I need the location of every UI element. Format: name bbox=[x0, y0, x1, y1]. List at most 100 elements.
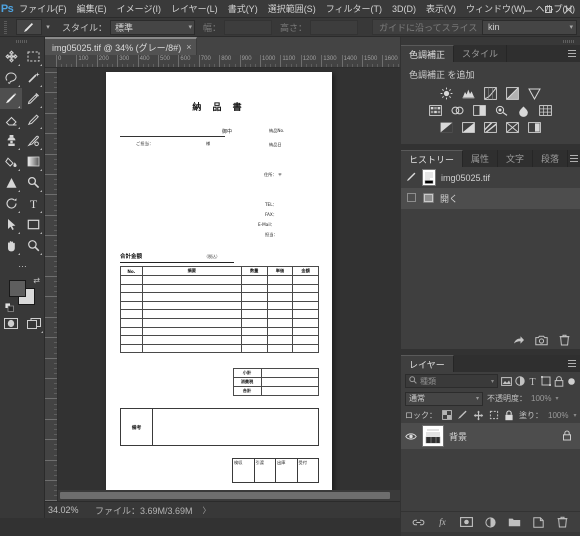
smart-object-filter-icon[interactable] bbox=[554, 374, 564, 388]
workspace-select[interactable]: kin ▾ bbox=[482, 19, 577, 35]
brightness-contrast-icon[interactable] bbox=[439, 87, 454, 100]
style-select[interactable]: 標準 ▾ bbox=[110, 19, 196, 35]
lock-transparent-pixels-icon[interactable] bbox=[442, 409, 452, 421]
lock-artboard-icon[interactable] bbox=[489, 409, 499, 421]
status-chevron-right-icon[interactable]: 〉 bbox=[203, 505, 211, 516]
healing-brush-tool[interactable] bbox=[22, 130, 44, 151]
history-brush-slot-icon[interactable] bbox=[406, 192, 417, 205]
black-white-icon[interactable] bbox=[472, 104, 487, 117]
opacity-value[interactable]: 100% bbox=[531, 394, 551, 403]
paint-bucket-tool[interactable] bbox=[0, 151, 22, 172]
history-brush-tool[interactable] bbox=[0, 193, 22, 214]
threshold-icon[interactable] bbox=[483, 121, 498, 134]
default-colors-icon[interactable] bbox=[4, 302, 14, 312]
menu-file[interactable]: ファイル(F) bbox=[14, 0, 72, 18]
exposure-icon[interactable] bbox=[505, 87, 520, 100]
lasso-tool[interactable] bbox=[0, 67, 22, 88]
current-tool-preview-icon[interactable] bbox=[16, 19, 42, 35]
channel-mixer-icon[interactable] bbox=[516, 104, 531, 117]
gradient-tool[interactable] bbox=[22, 151, 44, 172]
document-tab[interactable]: img05025.tif @ 34% (グレー/8#) × bbox=[45, 37, 198, 55]
photo-filter-icon[interactable] bbox=[494, 104, 509, 117]
new-layer-icon[interactable] bbox=[532, 516, 545, 529]
maximize-icon[interactable] bbox=[538, 1, 558, 17]
history-state-row[interactable]: 開く bbox=[401, 188, 580, 209]
rectangular-marquee-tool[interactable] bbox=[22, 46, 44, 67]
width-input[interactable] bbox=[224, 19, 273, 35]
panel-menu-icon[interactable] bbox=[568, 150, 580, 167]
more-tools-button[interactable]: … bbox=[0, 256, 45, 272]
menu-view[interactable]: 表示(V) bbox=[421, 0, 461, 18]
tools-panel-grip[interactable] bbox=[0, 37, 44, 46]
tab-character[interactable]: 文字 bbox=[498, 150, 534, 167]
canvas[interactable]: 納 品 書 御中 ご担当： 様 納品No. 納品日 住所： 〒 TEL： FAX… bbox=[58, 68, 400, 518]
foreground-color-swatch[interactable] bbox=[9, 280, 26, 297]
panel-dock-grip[interactable] bbox=[401, 37, 580, 45]
tool-preset-chevron-down-icon[interactable]: ▾ bbox=[42, 19, 54, 35]
slice-from-guides-button[interactable]: ガイドに沿ってスライス bbox=[372, 19, 485, 35]
shape-filter-icon[interactable] bbox=[540, 374, 551, 388]
horizontal-scrollbar-thumb[interactable] bbox=[60, 492, 390, 499]
swap-colors-icon[interactable]: ⇄ bbox=[33, 276, 40, 285]
tab-layers[interactable]: レイヤー bbox=[401, 355, 454, 372]
close-icon[interactable] bbox=[558, 1, 578, 17]
blend-mode-select[interactable]: 通常 ▾ bbox=[405, 391, 483, 406]
height-input[interactable] bbox=[310, 19, 359, 35]
minimize-icon[interactable] bbox=[518, 1, 538, 17]
type-filter-icon[interactable]: T bbox=[528, 374, 538, 388]
layer-row-background[interactable]: 背景 bbox=[401, 423, 580, 449]
gradient-map-icon[interactable] bbox=[505, 121, 520, 134]
delete-layer-icon[interactable] bbox=[556, 516, 569, 529]
menu-filter[interactable]: フィルター(T) bbox=[321, 0, 387, 18]
tab-history[interactable]: ヒストリー bbox=[401, 150, 464, 167]
selective-color-icon[interactable] bbox=[527, 121, 542, 134]
levels-icon[interactable] bbox=[461, 87, 476, 100]
panel-menu-icon[interactable] bbox=[564, 355, 580, 372]
vibrance-icon[interactable] bbox=[527, 87, 542, 100]
brush-tool[interactable] bbox=[0, 88, 22, 109]
history-brush-source-icon[interactable] bbox=[406, 171, 417, 184]
horizontal-scrollbar[interactable] bbox=[58, 490, 400, 501]
fill-value[interactable]: 100% bbox=[548, 411, 568, 420]
new-snapshot-icon[interactable] bbox=[535, 334, 548, 347]
new-group-icon[interactable] bbox=[508, 516, 521, 529]
new-document-from-state-icon[interactable] bbox=[512, 334, 525, 347]
lock-all-icon[interactable] bbox=[504, 409, 514, 421]
panel-menu-icon[interactable] bbox=[564, 45, 580, 62]
add-mask-icon[interactable] bbox=[460, 516, 473, 529]
filter-power-icon[interactable] bbox=[567, 374, 577, 388]
eye-icon[interactable] bbox=[405, 432, 417, 441]
close-icon[interactable]: × bbox=[186, 42, 191, 52]
tab-adjustments[interactable]: 色調補正 bbox=[401, 45, 455, 62]
chevron-down-icon[interactable]: ▾ bbox=[555, 395, 558, 402]
path-selection-tool[interactable] bbox=[0, 214, 22, 235]
menu-image[interactable]: イメージ(I) bbox=[112, 0, 166, 18]
tab-paragraph[interactable]: 段落 bbox=[533, 150, 569, 167]
lock-position-icon[interactable] bbox=[473, 409, 484, 421]
adjustment-filter-icon[interactable] bbox=[515, 374, 525, 388]
chevron-down-icon[interactable]: ▾ bbox=[573, 412, 576, 419]
type-tool[interactable]: T bbox=[22, 193, 44, 214]
hue-saturation-icon[interactable] bbox=[428, 104, 443, 117]
posterize-icon[interactable] bbox=[461, 121, 476, 134]
pixel-filter-icon[interactable] bbox=[501, 374, 512, 388]
eyedropper-tool[interactable] bbox=[22, 88, 44, 109]
vertical-ruler[interactable] bbox=[45, 68, 58, 518]
link-layers-icon[interactable] bbox=[412, 516, 425, 529]
move-tool[interactable] bbox=[0, 46, 22, 67]
dodge-tool[interactable] bbox=[22, 172, 44, 193]
new-adjustment-icon[interactable] bbox=[484, 516, 497, 529]
quick-mask-icon[interactable] bbox=[0, 313, 22, 334]
fx-icon[interactable]: fx bbox=[436, 516, 449, 529]
layer-filter-select[interactable]: 種類 ▾ bbox=[405, 374, 498, 388]
menu-type[interactable]: 書式(Y) bbox=[223, 0, 263, 18]
menu-edit[interactable]: 編集(E) bbox=[72, 0, 112, 18]
menu-select[interactable]: 選択範囲(S) bbox=[263, 0, 321, 18]
options-bar-grip[interactable] bbox=[4, 18, 12, 37]
pencil-tool[interactable] bbox=[22, 109, 44, 130]
delete-icon[interactable] bbox=[558, 334, 571, 347]
invert-icon[interactable] bbox=[439, 121, 454, 134]
lock-image-pixels-icon[interactable] bbox=[457, 409, 468, 421]
hand-tool[interactable] bbox=[0, 235, 22, 256]
menu-layer[interactable]: レイヤー(L) bbox=[166, 0, 223, 18]
